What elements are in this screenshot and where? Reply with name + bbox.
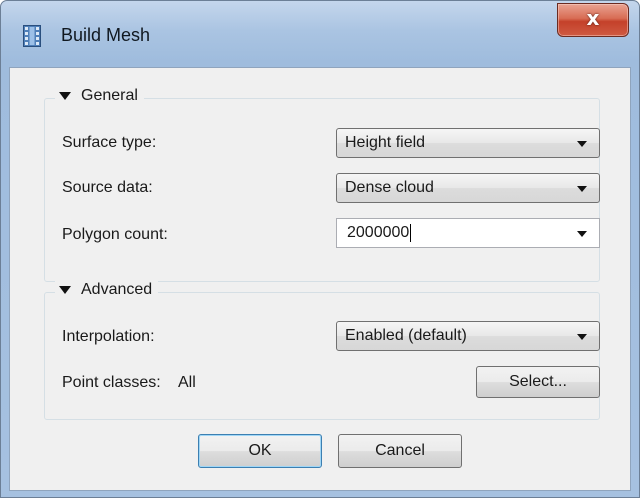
cancel-button-label: Cancel [375,442,425,459]
close-button[interactable]: x [557,3,629,37]
select-button-label: Select... [509,373,567,390]
collapse-triangle-icon [59,92,71,100]
ok-button-label: OK [248,442,272,459]
collapse-triangle-icon [59,286,71,294]
select-point-classes-button[interactable]: Select... [476,366,600,398]
advanced-section-toggle[interactable]: Advanced [55,281,159,299]
interpolation-dropdown[interactable]: Enabled (default) [336,321,600,351]
polygon-count-label: Polygon count: [62,226,168,243]
polygon-count-value: 2000000 [347,224,410,241]
dialog-window: Build Mesh x General Surface type: Heigh… [0,0,640,498]
film-strip-icon [23,25,41,47]
advanced-group: Advanced [44,281,600,420]
source-data-value: Dense cloud [345,179,434,196]
surface-type-label: Surface type: [62,134,157,151]
general-section-toggle[interactable]: General [55,87,144,105]
interpolation-label: Interpolation: [62,328,155,345]
point-classes-value: All [178,374,196,391]
dropdown-arrow-icon [577,334,587,340]
title-bar[interactable]: Build Mesh x [1,1,639,67]
advanced-section-label: Advanced [81,281,153,298]
general-section-label: General [81,87,138,104]
point-classes-label: Point classes: [62,374,161,391]
dropdown-arrow-icon [577,231,587,237]
ok-button[interactable]: OK [198,434,322,468]
dialog-body: General Surface type: Height field Sourc… [9,67,631,491]
interpolation-value: Enabled (default) [345,327,467,344]
close-icon: x [586,6,600,30]
dropdown-arrow-icon [577,141,587,147]
text-cursor [410,223,412,242]
source-data-label: Source data: [62,179,153,196]
polygon-count-input[interactable]: 2000000 [336,218,600,248]
cancel-button[interactable]: Cancel [338,434,462,468]
surface-type-dropdown[interactable]: Height field [336,128,600,158]
surface-type-value: Height field [345,134,426,151]
window-title: Build Mesh [61,25,151,45]
source-data-dropdown[interactable]: Dense cloud [336,173,600,203]
dropdown-arrow-icon [577,186,587,192]
